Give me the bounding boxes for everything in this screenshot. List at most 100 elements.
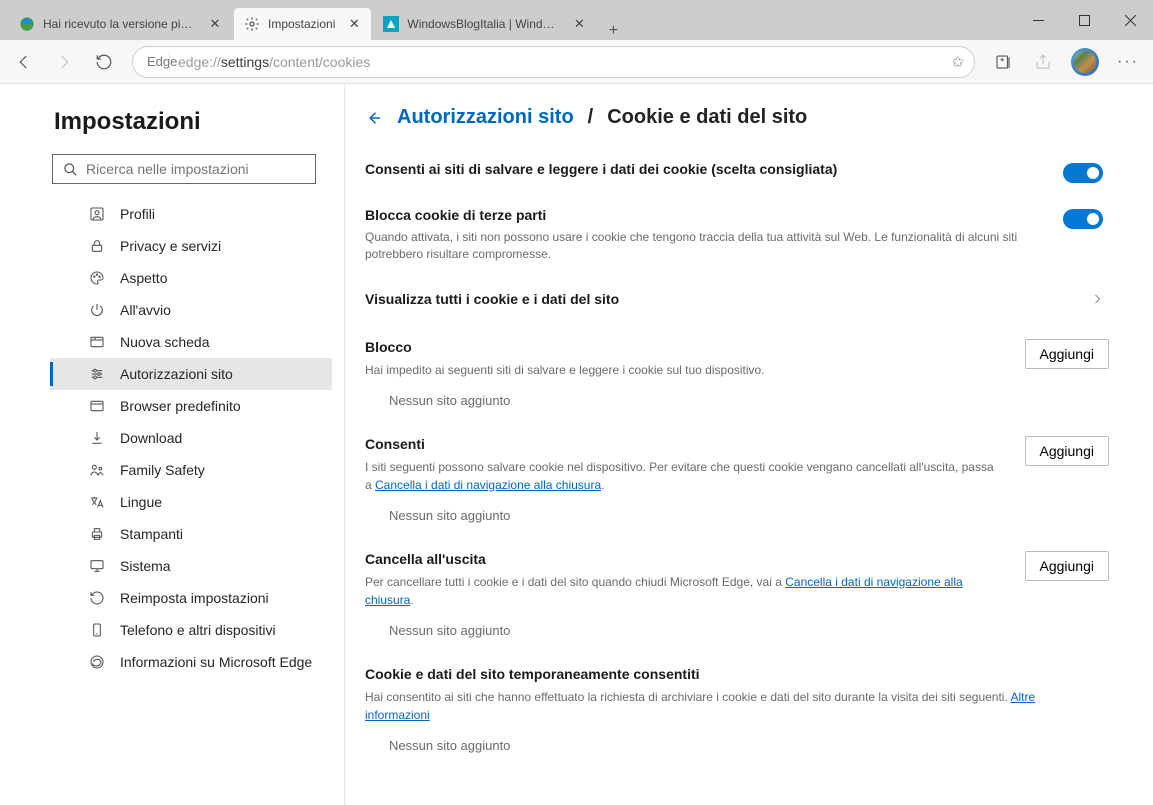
search-icon bbox=[63, 162, 78, 177]
clear-on-exit-link[interactable]: Cancella i dati di navigazione alla chiu… bbox=[375, 478, 601, 492]
maximize-button[interactable] bbox=[1061, 0, 1107, 40]
breadcrumb-sep: / bbox=[588, 106, 594, 129]
browser-toolbar: Edge edge://settings/content/cookies ✩ ·… bbox=[0, 40, 1153, 84]
palette-icon bbox=[88, 270, 106, 286]
tab-title: Impostazioni bbox=[268, 17, 335, 31]
section-desc: Hai consentito ai siti che hanno effettu… bbox=[365, 688, 1109, 724]
settings-heading: Impostazioni bbox=[54, 108, 332, 136]
nav-informazioni[interactable]: Informazioni su Microsoft Edge bbox=[50, 646, 332, 678]
download-icon bbox=[88, 430, 106, 446]
settings-search-input[interactable] bbox=[86, 161, 305, 177]
empty-cancella: Nessun sito aggiunto bbox=[365, 609, 1109, 638]
setting-label: Blocca cookie di terze parti bbox=[365, 207, 1033, 223]
breadcrumb-current: Cookie e dati del sito bbox=[607, 106, 807, 129]
nav-row-label: Visualizza tutti i cookie e i dati del s… bbox=[365, 291, 619, 307]
setting-label: Consenti ai siti di salvare e leggere i … bbox=[365, 161, 1033, 177]
empty-blocco: Nessun sito aggiunto bbox=[365, 379, 1109, 408]
tab-close-icon[interactable]: ✕ bbox=[208, 17, 222, 31]
nav-family-safety[interactable]: Family Safety bbox=[50, 454, 332, 486]
breadcrumb-link[interactable]: Autorizzazioni sito bbox=[397, 106, 574, 129]
section-desc: Per cancellare tutti i cookie e i dati d… bbox=[365, 573, 1025, 609]
edge-icon bbox=[88, 654, 106, 670]
settings-content: Autorizzazioni sito / Cookie e dati del … bbox=[345, 84, 1153, 805]
section-temp-consentiti: Cookie e dati del sito temporaneamente c… bbox=[365, 666, 1109, 753]
back-button[interactable] bbox=[6, 44, 42, 80]
tab-title: Hai ricevuto la versione più rece bbox=[43, 17, 196, 31]
monitor-icon bbox=[88, 558, 106, 574]
site-favicon-icon bbox=[383, 16, 399, 32]
browser-tab[interactable]: Hai ricevuto la versione più rece ✕ bbox=[8, 8, 233, 40]
profile-avatar[interactable] bbox=[1071, 48, 1099, 76]
sliders-icon bbox=[88, 366, 106, 382]
browser-tab[interactable]: Impostazioni ✕ bbox=[234, 8, 371, 40]
tab-title: WindowsBlogItalia | Windows, S bbox=[407, 17, 560, 31]
section-title: Blocco bbox=[365, 339, 1025, 355]
nav-lingue[interactable]: Lingue bbox=[50, 486, 332, 518]
section-title: Cancella all'uscita bbox=[365, 551, 1025, 567]
nav-sistema[interactable]: Sistema bbox=[50, 550, 332, 582]
section-desc: Hai impedito ai seguenti siti di salvare… bbox=[365, 361, 1025, 379]
nav-autorizzazioni-sito[interactable]: Autorizzazioni sito bbox=[50, 358, 332, 390]
nav-privacy[interactable]: Privacy e servizi bbox=[50, 230, 332, 262]
lock-icon bbox=[88, 238, 106, 254]
nav-profili[interactable]: Profili bbox=[50, 198, 332, 230]
power-icon bbox=[88, 302, 106, 318]
nav-aspetto[interactable]: Aspetto bbox=[50, 262, 332, 294]
separator bbox=[169, 53, 170, 71]
add-consenti-button[interactable]: Aggiungi bbox=[1025, 436, 1110, 466]
forward-button[interactable] bbox=[46, 44, 82, 80]
add-cancella-button[interactable]: Aggiungi bbox=[1025, 551, 1110, 581]
toggle-allow-cookies[interactable] bbox=[1063, 163, 1103, 183]
tab-close-icon[interactable]: ✕ bbox=[347, 17, 361, 31]
section-title: Cookie e dati del sito temporaneamente c… bbox=[365, 666, 1109, 682]
setting-allow-cookies: Consenti ai siti di salvare e leggere i … bbox=[365, 161, 1109, 183]
chevron-right-icon bbox=[1091, 293, 1103, 305]
collections-button[interactable] bbox=[985, 44, 1021, 80]
family-icon bbox=[88, 462, 106, 478]
nav-avvio[interactable]: All'avvio bbox=[50, 294, 332, 326]
settings-search[interactable] bbox=[52, 154, 316, 184]
address-bar[interactable]: Edge edge://settings/content/cookies ✩ bbox=[132, 46, 975, 78]
phone-icon bbox=[88, 622, 106, 638]
nav-stampanti[interactable]: Stampanti bbox=[50, 518, 332, 550]
nav-telefono[interactable]: Telefono e altri dispositivi bbox=[50, 614, 332, 646]
language-icon bbox=[88, 494, 106, 510]
browser-tab[interactable]: WindowsBlogItalia | Windows, S ✕ bbox=[372, 8, 597, 40]
refresh-button[interactable] bbox=[86, 44, 122, 80]
breadcrumb: Autorizzazioni sito / Cookie e dati del … bbox=[365, 106, 1109, 129]
share-button[interactable] bbox=[1025, 44, 1061, 80]
gear-favicon-icon bbox=[244, 16, 260, 32]
section-title: Consenti bbox=[365, 436, 1025, 452]
edge-favicon-icon bbox=[19, 16, 35, 32]
section-cancella: Cancella all'uscita Per cancellare tutti… bbox=[365, 551, 1109, 638]
nav-reimposta[interactable]: Reimposta impostazioni bbox=[50, 582, 332, 614]
toggle-block-third-party[interactable] bbox=[1063, 209, 1103, 229]
section-desc: I siti seguenti possono salvare cookie n… bbox=[365, 458, 1025, 494]
url-text: edge://settings/content/cookies bbox=[178, 54, 943, 70]
menu-more-icon[interactable]: ··· bbox=[1109, 53, 1147, 71]
view-all-cookies-row[interactable]: Visualizza tutti i cookie e i dati del s… bbox=[365, 287, 1109, 311]
nav-download[interactable]: Download bbox=[50, 422, 332, 454]
nav-nuova-scheda[interactable]: Nuova scheda bbox=[50, 326, 332, 358]
minimize-button[interactable] bbox=[1015, 0, 1061, 40]
nav-browser-predefinito[interactable]: Browser predefinito bbox=[50, 390, 332, 422]
profile-icon bbox=[88, 206, 106, 222]
new-tab-button[interactable]: + bbox=[598, 22, 628, 40]
setting-subtext: Quando attivata, i siti non possono usar… bbox=[365, 229, 1033, 263]
settings-nav: Profili Privacy e servizi Aspetto All'av… bbox=[50, 198, 332, 678]
tab-strip: Hai ricevuto la versione più rece ✕ Impo… bbox=[0, 0, 1015, 40]
window-icon bbox=[88, 398, 106, 414]
reset-icon bbox=[88, 590, 106, 606]
section-consenti: Consenti I siti seguenti possono salvare… bbox=[365, 436, 1109, 523]
tab-close-icon[interactable]: ✕ bbox=[572, 17, 586, 31]
site-identity-label: Edge bbox=[147, 54, 177, 69]
breadcrumb-back-icon[interactable] bbox=[365, 109, 383, 127]
settings-sidebar: Impostazioni Profili Privacy e servizi A… bbox=[0, 84, 345, 805]
site-identity[interactable]: Edge bbox=[143, 54, 161, 70]
close-window-button[interactable] bbox=[1107, 0, 1153, 40]
add-blocco-button[interactable]: Aggiungi bbox=[1025, 339, 1110, 369]
favorite-star-icon[interactable]: ✩ bbox=[951, 53, 964, 71]
section-blocco: Blocco Hai impedito ai seguenti siti di … bbox=[365, 339, 1109, 408]
tab-icon bbox=[88, 334, 106, 350]
printer-icon bbox=[88, 526, 106, 542]
